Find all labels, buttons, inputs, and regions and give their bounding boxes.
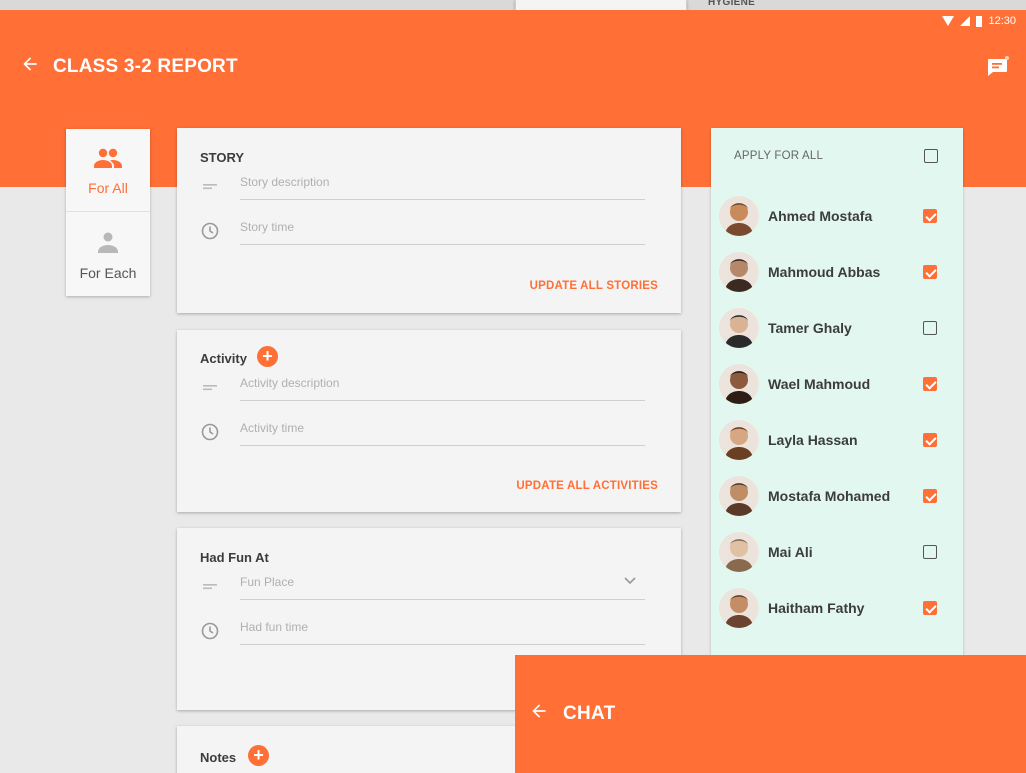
activity-description-row <box>200 371 645 401</box>
short-text-icon <box>203 385 217 391</box>
signal-icon <box>960 16 971 26</box>
fun-place-row <box>200 570 645 600</box>
short-text-icon <box>203 184 217 190</box>
chat-screen: CHAT <box>515 655 1026 773</box>
background-peek-text: HYGIENE <box>708 0 756 8</box>
student-row[interactable]: Layla Hassan <box>719 417 955 463</box>
avatar <box>719 532 759 572</box>
notes-title: Notes <box>200 750 237 765</box>
plus-icon: + <box>262 346 273 366</box>
student-name: Tamer Ghaly <box>768 320 852 336</box>
student-name: Ahmed Mostafa <box>768 208 873 224</box>
student-row[interactable]: Mahmoud Abbas <box>719 249 955 295</box>
story-time-row <box>200 215 645 245</box>
page-title: CLASS 3-2 REPORT <box>53 56 238 77</box>
clock-icon <box>201 423 219 441</box>
tab-for-each-label: For Each <box>79 265 137 281</box>
student-name: Layla Hassan <box>768 432 858 448</box>
student-checkbox[interactable] <box>923 377 937 391</box>
update-all-activities-button[interactable]: UPDATE ALL ACTIVITIES <box>516 480 658 492</box>
apply-for-all-checkbox[interactable] <box>924 149 938 163</box>
plus-icon: + <box>253 745 264 765</box>
story-title: STORY <box>200 150 245 165</box>
student-name: Mahmoud Abbas <box>768 264 881 280</box>
arrow-left-icon <box>23 57 37 71</box>
tab-for-each[interactable]: For Each <box>66 213 150 296</box>
activity-title: Activity <box>200 351 247 366</box>
student-name: Mai Ali <box>768 544 813 560</box>
activity-time-input[interactable] <box>240 416 645 446</box>
apply-for-all-label: APPLY FOR ALL <box>734 150 824 162</box>
avatar <box>719 476 759 516</box>
tab-for-all[interactable]: For All <box>66 129 150 212</box>
avatar <box>719 252 759 292</box>
mode-tabs: For All For Each <box>66 129 150 296</box>
student-name: Wael Mahmoud <box>768 376 871 392</box>
add-note-button[interactable]: + <box>248 745 269 766</box>
story-description-row <box>200 170 645 200</box>
student-checkbox[interactable] <box>923 433 937 447</box>
activity-card: Activity + UPDATE ALL ACTIVITIES <box>177 330 681 512</box>
chat-back-button[interactable] <box>529 701 549 727</box>
add-activity-button[interactable]: + <box>257 346 278 367</box>
student-row[interactable]: Ahmed Mostafa <box>719 193 955 239</box>
background-screen: HYGIENE <box>0 0 1026 10</box>
student-name: Mostafa Mohamed <box>768 488 891 504</box>
story-time-input[interactable] <box>240 215 645 245</box>
class-report-screen: 12:30 CLASS 3-2 REPORT For All For Each … <box>0 10 1026 773</box>
student-checkbox[interactable] <box>923 489 937 503</box>
student-row[interactable]: Haitham Fathy <box>719 585 955 631</box>
avatar <box>719 420 759 460</box>
avatar <box>719 308 759 348</box>
activity-description-input[interactable] <box>240 371 645 401</box>
fun-time-input[interactable] <box>240 615 645 645</box>
fun-time-row <box>200 615 645 645</box>
fun-place-select[interactable] <box>240 570 645 600</box>
avatar <box>719 196 759 236</box>
update-all-stories-button[interactable]: UPDATE ALL STORIES <box>530 280 658 292</box>
battery-icon <box>976 15 983 27</box>
background-card <box>515 0 687 10</box>
status-bar: 12:30 <box>942 10 1026 32</box>
person-icon <box>98 232 118 253</box>
short-text-icon <box>203 584 217 590</box>
student-row[interactable]: Mai Ali <box>719 529 955 575</box>
student-checkbox[interactable] <box>923 601 937 615</box>
student-row[interactable]: Wael Mahmoud <box>719 361 955 407</box>
activity-time-row <box>200 416 645 446</box>
group-icon <box>94 148 122 168</box>
back-button[interactable] <box>18 54 42 78</box>
chat-bubble-icon <box>988 56 1009 76</box>
student-checkbox[interactable] <box>923 545 937 559</box>
arrow-left-icon <box>532 704 546 718</box>
student-checkbox[interactable] <box>923 265 937 279</box>
avatar <box>719 364 759 404</box>
student-row[interactable]: Mostafa Mohamed <box>719 473 955 519</box>
story-card: STORY UPDATE ALL STORIES <box>177 128 681 313</box>
avatar <box>719 588 759 628</box>
clock-icon <box>201 622 219 640</box>
student-checkbox[interactable] <box>923 321 937 335</box>
status-time: 12:30 <box>988 15 1016 27</box>
chat-button[interactable] <box>984 54 1010 80</box>
chat-title: CHAT <box>563 703 616 724</box>
clock-icon <box>201 222 219 240</box>
tab-for-all-label: For All <box>88 180 128 196</box>
student-checkbox[interactable] <box>923 209 937 223</box>
story-description-input[interactable] <box>240 170 645 200</box>
student-row[interactable]: Tamer Ghaly <box>719 305 955 351</box>
wifi-icon <box>942 16 955 26</box>
student-name: Haitham Fathy <box>768 600 865 616</box>
had-fun-at-title: Had Fun At <box>200 550 269 565</box>
